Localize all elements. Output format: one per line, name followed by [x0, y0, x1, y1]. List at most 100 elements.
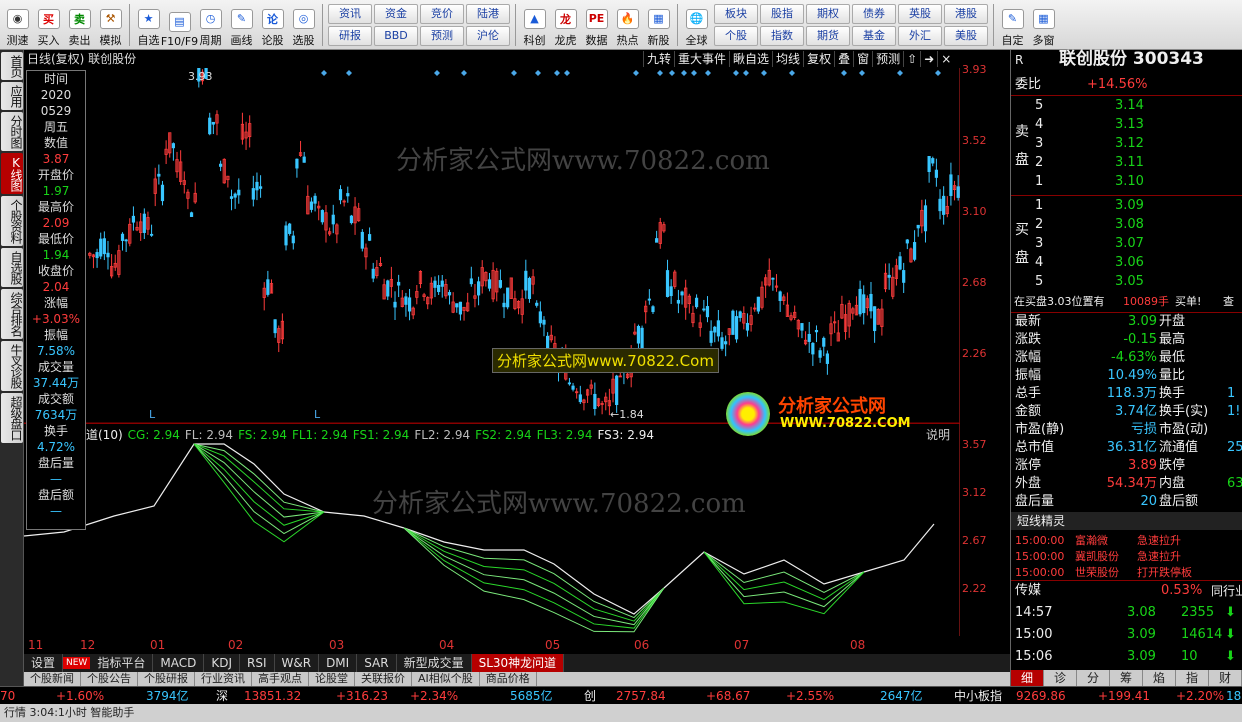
chart-tool-button[interactable]: 重大事件	[674, 51, 729, 67]
quote-tab[interactable]: 指	[1176, 670, 1209, 686]
info-tab[interactable]: 个股研报	[138, 672, 195, 686]
toolbar-button-buy[interactable]: 买买入	[33, 2, 64, 48]
toolbar-link-button[interactable]: 债券	[852, 3, 896, 24]
toolbar-button-custom[interactable]: ✎ 自定	[997, 2, 1028, 48]
chart-tool-button[interactable]: 复权	[803, 51, 834, 67]
toolbar-link-button[interactable]: 期货	[806, 25, 850, 46]
nav-item[interactable]: 应用	[1, 82, 23, 110]
nav-item[interactable]: 综合排名	[1, 289, 23, 339]
toolbar-link-button[interactable]: 美股	[944, 25, 988, 46]
indicator-tab[interactable]: DMI	[319, 654, 358, 672]
x-tick-label: 05	[545, 638, 561, 652]
quote-tab[interactable]: 焰	[1143, 670, 1176, 686]
chart-tool-button[interactable]: 叠	[834, 51, 853, 67]
toolbar-link-button[interactable]: 竞价	[420, 3, 464, 24]
signal-diamond-icon	[733, 70, 739, 76]
toolbar-link-button[interactable]: 英股	[898, 3, 942, 24]
toolbar-link-button[interactable]: 期权	[806, 3, 850, 24]
toolbar-button-pencil[interactable]: ✎ 画线	[226, 2, 257, 48]
indicator-tab[interactable]: 指标平台	[90, 654, 154, 672]
candle-body	[636, 325, 641, 344]
toolbar-link-button[interactable]: 板块	[714, 3, 758, 24]
nav-item[interactable]: 超级盘口	[1, 393, 23, 443]
toolbar-button-multiwin[interactable]: ▦ 多窗	[1028, 2, 1059, 48]
nav-item[interactable]: 牛叉诊股	[1, 341, 23, 391]
toolbar-button-ipo[interactable]: ▦ 新股	[643, 2, 674, 48]
toolbar-link-button[interactable]: 外汇	[898, 25, 942, 46]
candle-body	[171, 143, 175, 149]
chart-tool-button[interactable]: ×	[937, 51, 954, 67]
indicator-panel[interactable]	[23, 424, 961, 636]
status-value: +316.23	[336, 689, 389, 703]
indicator-tab[interactable]: KDJ	[204, 654, 240, 672]
notice-link[interactable]: 查	[1223, 293, 1234, 311]
toolbar-button-star[interactable]: ★ 自选	[133, 2, 164, 48]
toolbar-link-button[interactable]: 基金	[852, 25, 896, 46]
chart-title: 日线(复权) 联创股份	[27, 52, 137, 66]
toolbar-button-speed[interactable]: ◉ 测速	[2, 2, 33, 48]
spirit-title[interactable]: 短线精灵	[1017, 512, 1065, 530]
indicator-tab[interactable]: 新型成交量	[397, 654, 472, 672]
quote-tab[interactable]: 财	[1209, 670, 1242, 686]
toolbar-link-button[interactable]: 研报	[328, 25, 372, 46]
toolbar-button-discuss[interactable]: 论论股	[257, 2, 288, 48]
quote-tab[interactable]: 筹	[1110, 670, 1143, 686]
indicator-chart[interactable]	[23, 424, 961, 636]
quote-row: 14:57 3.08 2355 ⬇	[1011, 604, 1242, 622]
chart-tool-button[interactable]: ⇧	[903, 51, 920, 67]
candle-body	[219, 163, 223, 167]
toolbar-link-button[interactable]: 资讯	[328, 3, 372, 24]
nav-item[interactable]: 首页	[1, 52, 23, 80]
toolbar-button-select[interactable]: ◎ 选股	[288, 2, 319, 48]
info-tab[interactable]: 关联报价	[355, 672, 412, 686]
info-tab[interactable]: 论股堂	[309, 672, 355, 686]
explain-link[interactable]: 说明	[926, 426, 950, 443]
toolbar-link-button[interactable]: 陆港	[466, 3, 510, 24]
quote-tab[interactable]: 分	[1077, 670, 1110, 686]
chart-tool-button[interactable]: 预测	[872, 51, 903, 67]
indicator-tab[interactable]: W&R	[275, 654, 320, 672]
chart-tool-button[interactable]: 窗	[853, 51, 872, 67]
nav-item[interactable]: 自选股	[1, 248, 23, 287]
indicator-tab[interactable]: SL30神龙问道	[471, 654, 565, 672]
tick-price: 3.09	[1127, 627, 1156, 642]
chart-tool-button[interactable]: 瞅自选	[729, 51, 772, 67]
toolbar-button-hot[interactable]: 🔥 热点	[612, 2, 643, 48]
toolbar-button-globe[interactable]: 🌐 全球	[681, 2, 712, 48]
chart-tool-button[interactable]: 九转	[643, 51, 674, 67]
indicator-tab[interactable]: MACD	[153, 654, 205, 672]
toolbar-button-pe[interactable]: PE 数据	[581, 2, 612, 48]
chart-tool-button[interactable]: ➜	[920, 51, 937, 67]
info-tab[interactable]: 行业资讯	[195, 672, 252, 686]
toolbar-link-button[interactable]: 股指	[760, 3, 804, 24]
toolbar-button-sell[interactable]: 卖卖出	[64, 2, 95, 48]
toolbar-link-button[interactable]: 个股	[714, 25, 758, 46]
nav-item[interactable]: 分时图	[1, 112, 23, 151]
indicator-tab[interactable]: RSI	[240, 654, 275, 672]
toolbar-link-button[interactable]: BBD	[374, 25, 418, 46]
toolbar-link-button[interactable]: 沪伦	[466, 25, 510, 46]
info-tab[interactable]: 个股公告	[81, 672, 138, 686]
toolbar-link-button[interactable]: 港股	[944, 3, 988, 24]
toolbar-link-button[interactable]: 预测	[420, 25, 464, 46]
media-tail[interactable]: 同行业	[1211, 582, 1242, 600]
toolbar-link-button[interactable]: 资金	[374, 3, 418, 24]
info-tab[interactable]: 个股新闻	[24, 672, 81, 686]
toolbar-button-kechuang[interactable]: ▲ 科创	[519, 2, 550, 48]
nav-item[interactable]: 个股资料	[1, 196, 23, 246]
toolbar-button-clock[interactable]: ◷ 周期	[195, 2, 226, 48]
info-tab[interactable]: AI相似个股	[412, 672, 480, 686]
toolbar-button-f10[interactable]: ▤ F10/F9	[161, 2, 198, 48]
toolbar-link-button[interactable]: 指数	[760, 25, 804, 46]
info-tab[interactable]: 高手观点	[252, 672, 309, 686]
quote-tab[interactable]: 诊	[1044, 670, 1077, 686]
indicator-tab[interactable]: SAR	[357, 654, 397, 672]
toolbar-button-hammer[interactable]: ⚒ 模拟	[95, 2, 126, 48]
chart-tool-button[interactable]: 均线	[772, 51, 803, 67]
toolbar-button-dragon[interactable]: 龙龙虎	[550, 2, 581, 48]
candle-body	[498, 280, 502, 288]
info-tab[interactable]: 商品价格	[480, 672, 537, 686]
nav-item[interactable]: K线图	[1, 153, 23, 194]
quote-tab[interactable]: 细	[1011, 670, 1044, 686]
indicator-tab[interactable]: 设置	[24, 654, 64, 672]
